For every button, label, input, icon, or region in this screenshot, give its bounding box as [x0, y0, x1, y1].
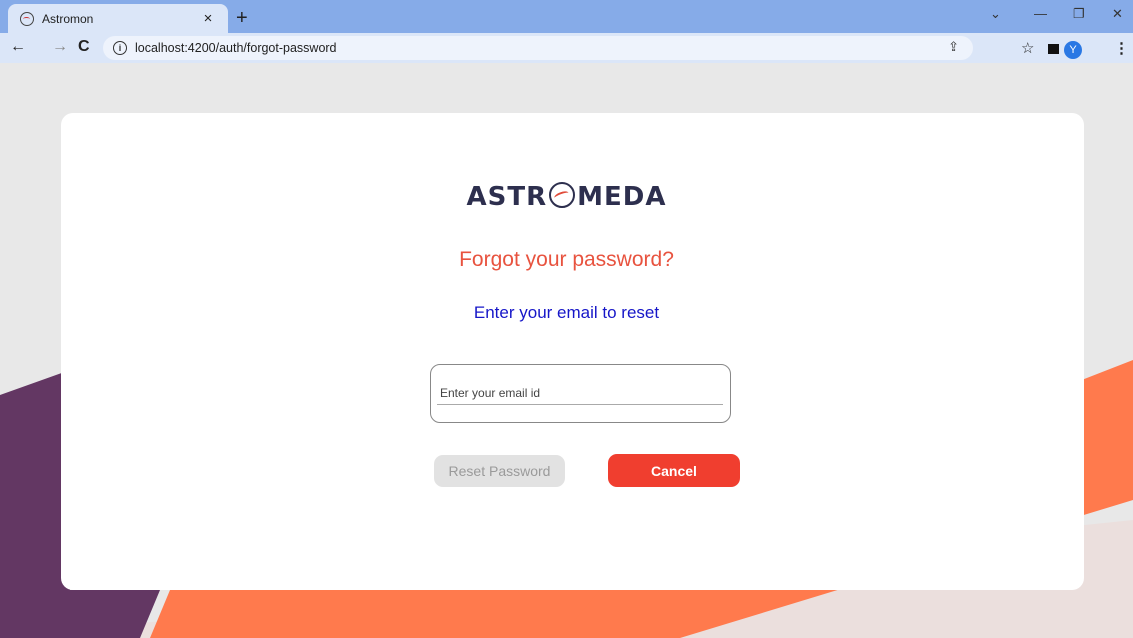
- address-bar[interactable]: i localhost:4200/auth/forgot-password ⇪: [103, 36, 973, 60]
- browser-toolbar: ← → C i localhost:4200/auth/forgot-passw…: [0, 33, 1133, 63]
- logo-text-left: ASTR: [466, 182, 548, 212]
- restore-icon[interactable]: ❐: [1073, 6, 1085, 22]
- bookmark-star-icon[interactable]: ☆: [1021, 39, 1034, 57]
- minimize-icon[interactable]: —: [1034, 6, 1047, 21]
- site-info-icon[interactable]: i: [113, 41, 127, 55]
- page-title: Forgot your password?: [459, 248, 674, 271]
- url-text: localhost:4200/auth/forgot-password: [135, 41, 337, 55]
- window-close-icon[interactable]: ✕: [1112, 6, 1123, 22]
- reset-password-button[interactable]: Reset Password: [434, 455, 565, 487]
- new-tab-button[interactable]: +: [236, 7, 248, 30]
- astromeda-logo: ASTR MEDA: [0, 182, 1133, 212]
- tab-strip: Astromon × + ⌄ — ❐ ✕: [0, 0, 1133, 33]
- back-icon[interactable]: ←: [10, 38, 26, 56]
- cancel-button[interactable]: Cancel: [608, 454, 740, 487]
- page-subtitle: Enter your email to reset: [473, 303, 660, 322]
- tab-close-icon[interactable]: ×: [200, 10, 216, 27]
- tab-search-icon[interactable]: ⌄: [990, 6, 1001, 22]
- favicon-icon: [20, 11, 34, 26]
- tab-title: Astromon: [42, 11, 94, 26]
- menu-kebab-icon[interactable]: ⋮: [1114, 39, 1129, 57]
- logo-text-right: MEDA: [577, 182, 667, 212]
- email-input[interactable]: [437, 381, 723, 405]
- browser-tab[interactable]: Astromon ×: [8, 4, 228, 33]
- email-field-container: [430, 364, 731, 423]
- logo-dna-icon: [549, 182, 576, 208]
- share-icon[interactable]: ⇪: [948, 39, 959, 55]
- forward-icon[interactable]: →: [52, 38, 68, 56]
- profile-avatar[interactable]: Y: [1064, 41, 1082, 59]
- reload-icon[interactable]: C: [78, 38, 90, 56]
- side-panel-icon[interactable]: [1048, 44, 1059, 54]
